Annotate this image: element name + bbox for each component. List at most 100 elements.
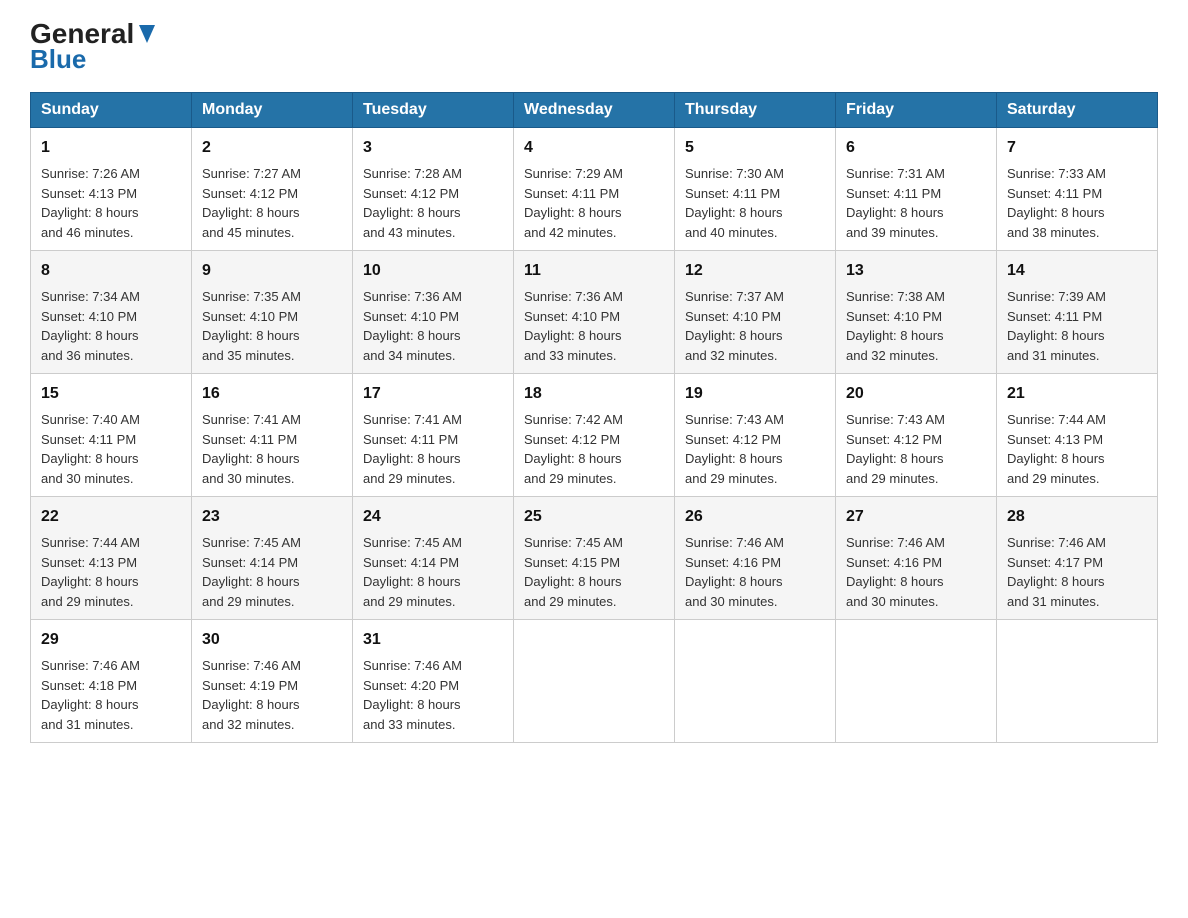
day-info: Sunrise: 7:31 AMSunset: 4:11 PMDaylight:… bbox=[846, 164, 986, 242]
calendar-cell: 1Sunrise: 7:26 AMSunset: 4:13 PMDaylight… bbox=[31, 128, 192, 251]
day-number: 7 bbox=[1007, 136, 1147, 160]
day-number: 10 bbox=[363, 259, 503, 283]
day-info: Sunrise: 7:38 AMSunset: 4:10 PMDaylight:… bbox=[846, 287, 986, 365]
day-info: Sunrise: 7:30 AMSunset: 4:11 PMDaylight:… bbox=[685, 164, 825, 242]
calendar-week-row: 29Sunrise: 7:46 AMSunset: 4:18 PMDayligh… bbox=[31, 620, 1158, 743]
calendar-cell: 30 Sunrise: 7:46 AMSunset: 4:19 PMDayligh… bbox=[192, 620, 353, 743]
day-number: 3 bbox=[363, 136, 503, 160]
calendar-cell: 6 Sunrise: 7:31 AMSunset: 4:11 PMDaylight… bbox=[836, 128, 997, 251]
day-number: 23 bbox=[202, 505, 342, 529]
calendar-cell bbox=[675, 620, 836, 743]
logo: General Blue bbox=[30, 20, 157, 72]
calendar-cell: 23 Sunrise: 7:45 AMSunset: 4:14 PMDayligh… bbox=[192, 497, 353, 620]
calendar-cell: 18 Sunrise: 7:42 AMSunset: 4:12 PMDayligh… bbox=[514, 374, 675, 497]
calendar-cell: 14 Sunrise: 7:39 AMSunset: 4:11 PMDayligh… bbox=[997, 251, 1158, 374]
header-monday: Monday bbox=[192, 93, 353, 128]
calendar-cell: 3 Sunrise: 7:28 AMSunset: 4:12 PMDaylight… bbox=[353, 128, 514, 251]
calendar-cell: 11 Sunrise: 7:36 AMSunset: 4:10 PMDayligh… bbox=[514, 251, 675, 374]
day-info: Sunrise: 7:40 AMSunset: 4:11 PMDaylight:… bbox=[41, 410, 181, 488]
day-info: Sunrise: 7:45 AMSunset: 4:15 PMDaylight:… bbox=[524, 533, 664, 611]
day-info: Sunrise: 7:45 AMSunset: 4:14 PMDaylight:… bbox=[363, 533, 503, 611]
day-number: 1 bbox=[41, 136, 181, 160]
day-number: 25 bbox=[524, 505, 664, 529]
day-number: 8 bbox=[41, 259, 181, 283]
day-number: 20 bbox=[846, 382, 986, 406]
day-info: Sunrise: 7:44 AMSunset: 4:13 PMDaylight:… bbox=[1007, 410, 1147, 488]
day-number: 22 bbox=[41, 505, 181, 529]
day-number: 9 bbox=[202, 259, 342, 283]
calendar-cell: 5 Sunrise: 7:30 AMSunset: 4:11 PMDaylight… bbox=[675, 128, 836, 251]
day-info: Sunrise: 7:41 AMSunset: 4:11 PMDaylight:… bbox=[202, 410, 342, 488]
day-info: Sunrise: 7:33 AMSunset: 4:11 PMDaylight:… bbox=[1007, 164, 1147, 242]
header-sunday: Sunday bbox=[31, 93, 192, 128]
day-info: Sunrise: 7:44 AMSunset: 4:13 PMDaylight:… bbox=[41, 533, 181, 611]
page-header: General Blue bbox=[30, 20, 1158, 72]
calendar-cell: 15 Sunrise: 7:40 AMSunset: 4:11 PMDayligh… bbox=[31, 374, 192, 497]
calendar-cell: 31 Sunrise: 7:46 AMSunset: 4:20 PMDayligh… bbox=[353, 620, 514, 743]
calendar-cell: 24 Sunrise: 7:45 AMSunset: 4:14 PMDayligh… bbox=[353, 497, 514, 620]
day-number: 15 bbox=[41, 382, 181, 406]
calendar-cell bbox=[514, 620, 675, 743]
header-tuesday: Tuesday bbox=[353, 93, 514, 128]
calendar-header-row: SundayMondayTuesdayWednesdayThursdayFrid… bbox=[31, 93, 1158, 128]
calendar-cell: 19 Sunrise: 7:43 AMSunset: 4:12 PMDayligh… bbox=[675, 374, 836, 497]
day-info: Sunrise: 7:28 AMSunset: 4:12 PMDaylight:… bbox=[363, 164, 503, 242]
calendar-week-row: 15 Sunrise: 7:40 AMSunset: 4:11 PMDayligh… bbox=[31, 374, 1158, 497]
day-number: 5 bbox=[685, 136, 825, 160]
day-number: 2 bbox=[202, 136, 342, 160]
day-number: 18 bbox=[524, 382, 664, 406]
day-info: Sunrise: 7:46 AMSunset: 4:20 PMDaylight:… bbox=[363, 656, 503, 734]
day-number: 24 bbox=[363, 505, 503, 529]
header-thursday: Thursday bbox=[675, 93, 836, 128]
day-number: 16 bbox=[202, 382, 342, 406]
header-wednesday: Wednesday bbox=[514, 93, 675, 128]
day-number: 31 bbox=[363, 628, 503, 652]
day-info: Sunrise: 7:46 AMSunset: 4:19 PMDaylight:… bbox=[202, 656, 342, 734]
day-info: Sunrise: 7:45 AMSunset: 4:14 PMDaylight:… bbox=[202, 533, 342, 611]
day-info: Sunrise: 7:42 AMSunset: 4:12 PMDaylight:… bbox=[524, 410, 664, 488]
day-info: Sunrise: 7:46 AMSunset: 4:16 PMDaylight:… bbox=[846, 533, 986, 611]
logo-arrow-icon bbox=[137, 23, 157, 45]
day-info: Sunrise: 7:41 AMSunset: 4:11 PMDaylight:… bbox=[363, 410, 503, 488]
calendar-week-row: 1Sunrise: 7:26 AMSunset: 4:13 PMDaylight… bbox=[31, 128, 1158, 251]
calendar-cell: 13Sunrise: 7:38 AMSunset: 4:10 PMDayligh… bbox=[836, 251, 997, 374]
day-number: 6 bbox=[846, 136, 986, 160]
calendar-cell: 9Sunrise: 7:35 AMSunset: 4:10 PMDaylight… bbox=[192, 251, 353, 374]
day-info: Sunrise: 7:46 AMSunset: 4:16 PMDaylight:… bbox=[685, 533, 825, 611]
calendar-cell: 2Sunrise: 7:27 AMSunset: 4:12 PMDaylight… bbox=[192, 128, 353, 251]
day-info: Sunrise: 7:43 AMSunset: 4:12 PMDaylight:… bbox=[846, 410, 986, 488]
day-info: Sunrise: 7:36 AMSunset: 4:10 PMDaylight:… bbox=[363, 287, 503, 365]
calendar-table: SundayMondayTuesdayWednesdayThursdayFrid… bbox=[30, 92, 1158, 743]
calendar-cell: 4Sunrise: 7:29 AMSunset: 4:11 PMDaylight… bbox=[514, 128, 675, 251]
day-number: 14 bbox=[1007, 259, 1147, 283]
day-info: Sunrise: 7:34 AMSunset: 4:10 PMDaylight:… bbox=[41, 287, 181, 365]
day-info: Sunrise: 7:46 AMSunset: 4:18 PMDaylight:… bbox=[41, 656, 181, 734]
day-number: 27 bbox=[846, 505, 986, 529]
day-info: Sunrise: 7:39 AMSunset: 4:11 PMDaylight:… bbox=[1007, 287, 1147, 365]
calendar-cell bbox=[836, 620, 997, 743]
calendar-cell bbox=[997, 620, 1158, 743]
header-saturday: Saturday bbox=[997, 93, 1158, 128]
calendar-cell: 17Sunrise: 7:41 AMSunset: 4:11 PMDayligh… bbox=[353, 374, 514, 497]
logo-blue-text: Blue bbox=[30, 46, 157, 72]
day-info: Sunrise: 7:29 AMSunset: 4:11 PMDaylight:… bbox=[524, 164, 664, 242]
calendar-cell: 8 Sunrise: 7:34 AMSunset: 4:10 PMDaylight… bbox=[31, 251, 192, 374]
day-number: 30 bbox=[202, 628, 342, 652]
calendar-cell: 12Sunrise: 7:37 AMSunset: 4:10 PMDayligh… bbox=[675, 251, 836, 374]
day-number: 21 bbox=[1007, 382, 1147, 406]
calendar-cell: 16 Sunrise: 7:41 AMSunset: 4:11 PMDayligh… bbox=[192, 374, 353, 497]
calendar-cell: 21 Sunrise: 7:44 AMSunset: 4:13 PMDayligh… bbox=[997, 374, 1158, 497]
calendar-cell: 28Sunrise: 7:46 AMSunset: 4:17 PMDayligh… bbox=[997, 497, 1158, 620]
day-number: 26 bbox=[685, 505, 825, 529]
day-number: 28 bbox=[1007, 505, 1147, 529]
day-number: 19 bbox=[685, 382, 825, 406]
calendar-week-row: 8 Sunrise: 7:34 AMSunset: 4:10 PMDaylight… bbox=[31, 251, 1158, 374]
day-number: 12 bbox=[685, 259, 825, 283]
calendar-cell: 10 Sunrise: 7:36 AMSunset: 4:10 PMDayligh… bbox=[353, 251, 514, 374]
header-friday: Friday bbox=[836, 93, 997, 128]
day-number: 11 bbox=[524, 259, 664, 283]
day-info: Sunrise: 7:36 AMSunset: 4:10 PMDaylight:… bbox=[524, 287, 664, 365]
calendar-cell: 29Sunrise: 7:46 AMSunset: 4:18 PMDayligh… bbox=[31, 620, 192, 743]
calendar-cell: 25 Sunrise: 7:45 AMSunset: 4:15 PMDayligh… bbox=[514, 497, 675, 620]
day-info: Sunrise: 7:43 AMSunset: 4:12 PMDaylight:… bbox=[685, 410, 825, 488]
